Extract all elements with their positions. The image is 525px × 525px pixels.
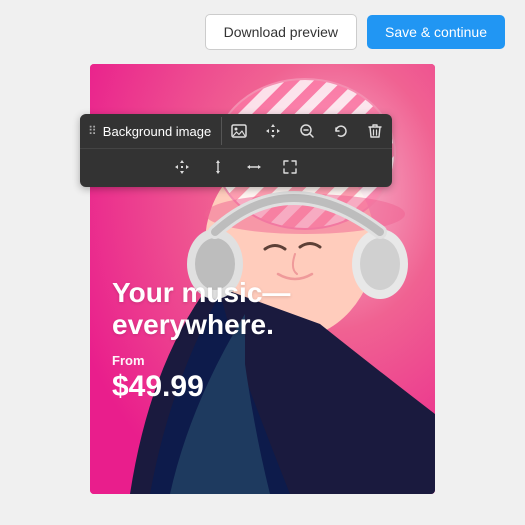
ad-headline: Your music—everywhere. [112,277,290,341]
ad-text-overlay: Your music—everywhere. From $49.99 [112,277,290,404]
ad-from-label: From [112,353,290,368]
layer-name-label: Background image [103,124,213,139]
toolbar-row-2 [80,149,392,187]
canvas-area: Your music—everywhere. From $49.99 ⠿ Bac… [90,64,435,494]
move-horizontal-button[interactable] [236,151,272,183]
save-continue-button[interactable]: Save & continue [367,15,505,49]
delete-button[interactable] [358,114,392,148]
move-vertical-button[interactable] [200,151,236,183]
drag-handle-icon[interactable]: ⠿ [88,124,97,138]
layer-toolbar: ⠿ Background image [80,114,392,187]
ad-price: $49.99 [112,370,290,404]
move-button[interactable] [256,114,290,148]
move-all-directions-button[interactable] [164,151,200,183]
expand-button[interactable] [272,151,308,183]
download-preview-button[interactable]: Download preview [205,14,357,50]
reset-button[interactable] [324,114,358,148]
toolbar-row-1: ⠿ Background image [80,114,392,149]
toolbar-label-area: ⠿ Background image [80,117,221,146]
top-bar: Download preview Save & continue [0,0,525,64]
zoom-out-button[interactable] [290,114,324,148]
image-replace-button[interactable] [222,114,256,148]
